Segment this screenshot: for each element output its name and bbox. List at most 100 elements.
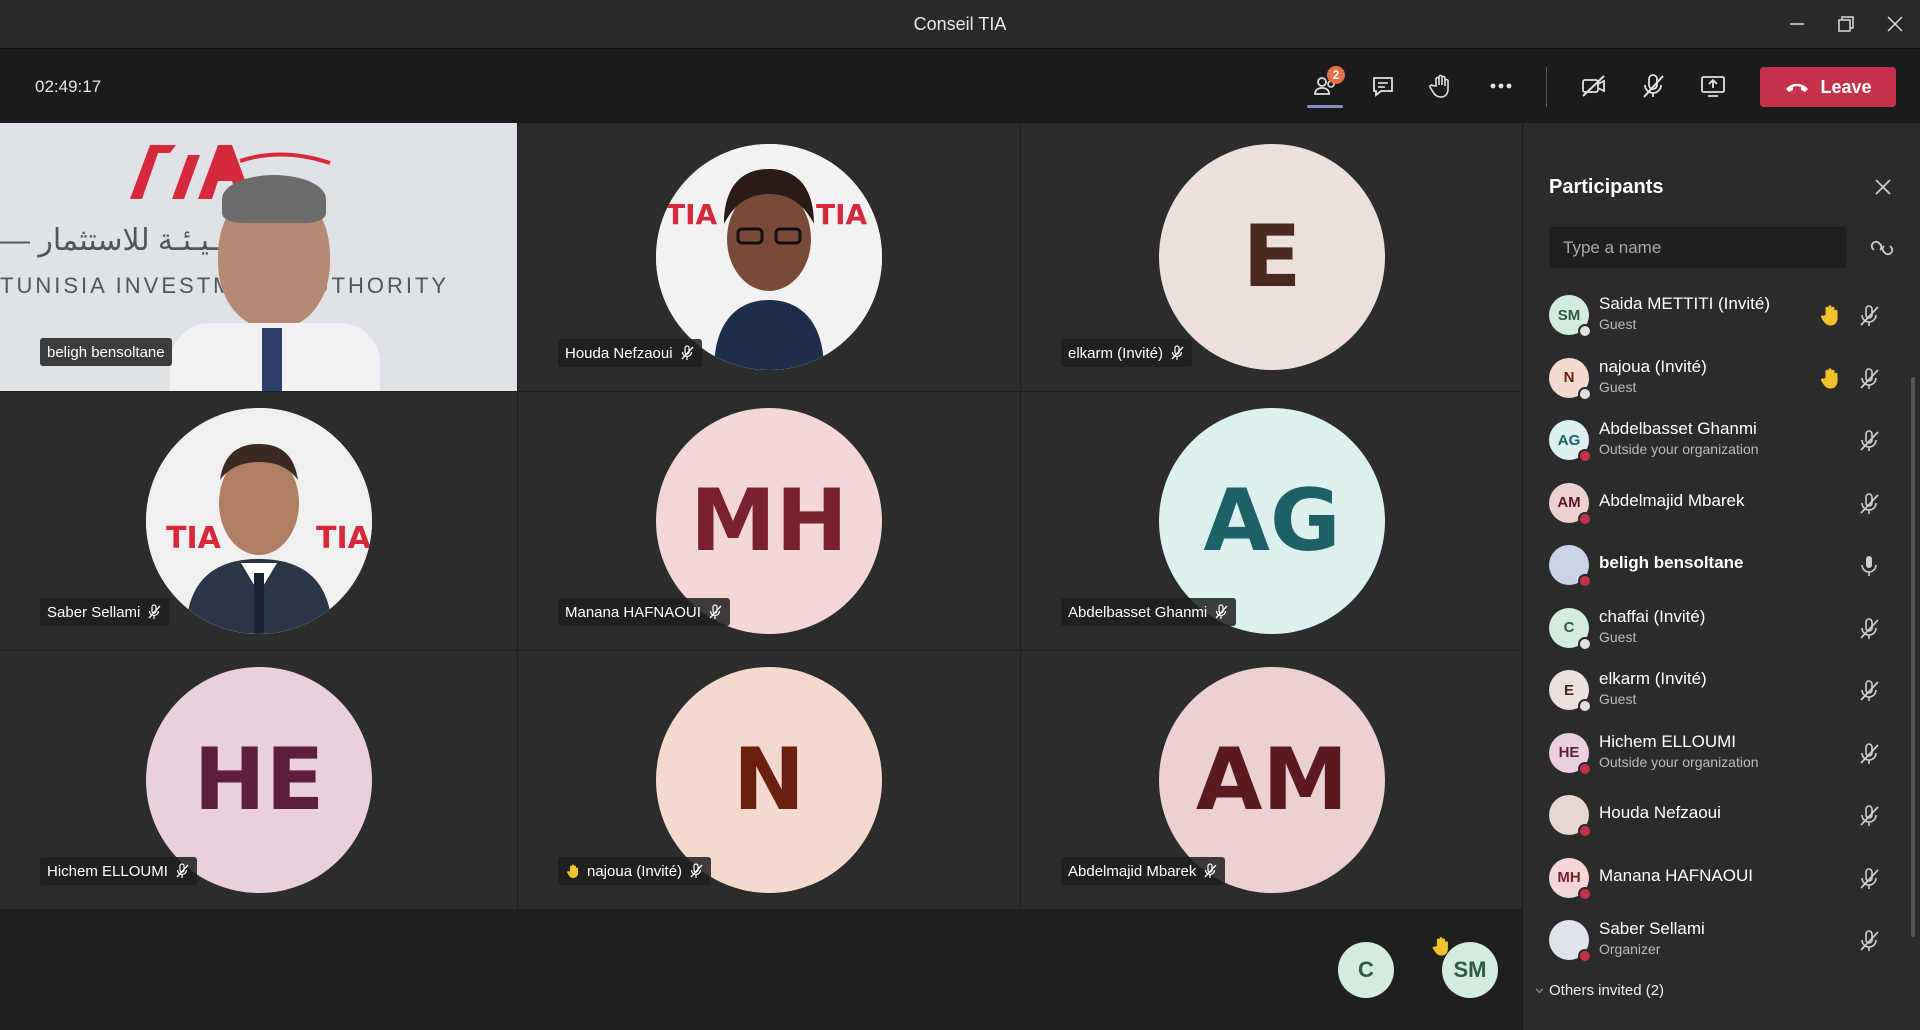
participant-tile[interactable]: TIA TIA Houda Nefzaoui <box>518 123 1020 391</box>
more-icon <box>1490 83 1512 89</box>
svg-text:TIA: TIA <box>166 521 222 556</box>
video-grid: — ـه ــيـئـة للاستثمار TUNISIA INVESTMEN… <box>0 123 1522 1030</box>
mic-off-icon[interactable] <box>1856 366 1882 392</box>
participant-row[interactable]: beligh bensoltane <box>1523 535 1913 597</box>
participant-avatar: C <box>1549 607 1592 651</box>
avatar-initials: HE <box>1558 744 1580 761</box>
title-bar: Conseil TIA <box>0 0 1920 49</box>
participant-nametag: elkarm (Invité) <box>1061 339 1193 367</box>
raised-hand-icon <box>1818 366 1842 390</box>
presence-status-icon <box>1578 824 1592 838</box>
avatar-initials: MH <box>1557 869 1581 886</box>
hand-icon <box>1429 74 1449 98</box>
share-content-button[interactable] <box>1687 62 1739 110</box>
close-window-icon[interactable] <box>1868 0 1920 48</box>
participant-name: Saber Sellami <box>1599 919 1705 938</box>
others-invited-toggle[interactable]: Others invited (2) <box>1535 982 1664 999</box>
svg-text:TIA: TIA <box>316 521 372 556</box>
chat-icon <box>1373 77 1393 97</box>
participant-tile[interactable]: N najoua (Invité) <box>518 651 1020 909</box>
share-invite-link-icon[interactable] <box>1869 235 1895 261</box>
participant-row[interactable]: Saber Sellami Organizer <box>1523 910 1913 972</box>
panel-scrollbar[interactable] <box>1911 377 1915 937</box>
participant-tile[interactable]: MH Manana HAFNAOUI <box>518 392 1020 650</box>
svg-text:TIA: TIA <box>816 198 868 231</box>
speaker-hair <box>222 175 326 223</box>
avatar-initials: AG <box>1557 431 1581 449</box>
participant-tile[interactable]: TIA TIA Saber Sellami <box>0 392 517 650</box>
mic-off-icon <box>1215 604 1228 619</box>
participant-tile[interactable]: E elkarm (Invité) <box>1021 123 1522 391</box>
chat-button[interactable] <box>1357 62 1409 110</box>
participant-row[interactable]: Nnajoua (Invité) Guest <box>1523 348 1913 410</box>
participant-row[interactable]: Eelkarm (Invité) Guest <box>1523 660 1913 722</box>
mic-off-icon[interactable] <box>1856 928 1882 954</box>
mic-icon[interactable] <box>1856 553 1882 579</box>
participant-tile[interactable]: — ـه ــيـئـة للاستثمار TUNISIA INVESTMEN… <box>0 123 517 391</box>
participant-avatar <box>1549 920 1592 963</box>
participant-name: beligh bensoltane <box>1599 553 1744 572</box>
participant-nametag: Manana HAFNAOUI <box>558 598 730 626</box>
mic-off-icon[interactable] <box>1856 303 1882 329</box>
mic-off-icon[interactable] <box>1856 616 1882 642</box>
more-actions-button[interactable] <box>1475 62 1527 110</box>
mic-toggle-button[interactable] <box>1627 62 1679 110</box>
participant-row[interactable]: HE Hichem ELLOUMI Outside your organizatio… <box>1523 723 1913 785</box>
participant-name: Abdelbasset Ghanmi <box>1599 419 1757 438</box>
mic-off-icon <box>690 863 703 878</box>
mic-off-icon[interactable] <box>1856 678 1882 704</box>
participant-tile[interactable]: AG Abdelbasset Ghanmi <box>1021 392 1522 650</box>
participant-tile[interactable]: AM Abdelmajid Mbarek <box>1021 651 1522 909</box>
mic-off-icon <box>1643 74 1664 98</box>
leave-button[interactable]: Leave <box>1760 67 1896 107</box>
minimize-icon[interactable] <box>1770 0 1824 48</box>
participant-search-input[interactable] <box>1549 227 1847 268</box>
participant-avatar <box>1549 795 1592 838</box>
participant-row[interactable]: AG Abdelbasset Ghanmi Outside your organiz… <box>1523 410 1913 472</box>
mic-off-icon[interactable] <box>1856 803 1882 829</box>
camera-off-icon <box>1582 75 1605 97</box>
participant-nametag: beligh bensoltane <box>40 338 172 366</box>
overflow-participant-avatar[interactable]: C <box>1338 942 1394 998</box>
toolbar-divider <box>1546 67 1547 107</box>
show-participants-button[interactable]: 2 <box>1299 62 1351 110</box>
presence-status-icon <box>1578 574 1592 588</box>
participant-row[interactable]: Houda Nefzaoui <box>1523 785 1913 847</box>
mic-off-icon <box>709 604 722 619</box>
window-title: Conseil TIA <box>913 14 1007 34</box>
participant-row[interactable]: AM Abdelmajid Mbarek <box>1523 473 1913 535</box>
mic-off-icon[interactable] <box>1856 491 1882 517</box>
participant-name: Hichem ELLOUMI <box>1599 731 1736 751</box>
participant-nametag: Houda Nefzaoui <box>558 339 702 367</box>
presence-status-icon <box>1578 636 1592 651</box>
chevron-down-icon <box>1535 988 1544 994</box>
participant-avatar: MH <box>1549 857 1592 901</box>
participant-name: Manana HAFNAOUI <box>1599 865 1753 885</box>
participant-photo: TIA TIA <box>656 144 882 370</box>
mic-off-icon[interactable] <box>1856 741 1882 767</box>
mic-off-icon <box>148 604 161 619</box>
participant-row[interactable]: Cchaffai (Invité) Guest <box>1523 598 1913 660</box>
participant-avatar <box>1549 545 1592 588</box>
mic-off-icon[interactable] <box>1856 866 1882 892</box>
participant-tile[interactable]: HE Hichem ELLOUMI <box>0 651 517 909</box>
participant-photo: TIA TIA <box>146 408 372 634</box>
participant-row[interactable]: MH Manana HAFNAOUI <box>1523 848 1913 910</box>
mic-off-icon[interactable] <box>1856 428 1882 454</box>
close-icon[interactable] <box>1871 175 1895 199</box>
raise-hand-button[interactable] <box>1415 62 1467 110</box>
restore-icon[interactable] <box>1819 0 1873 48</box>
participant-name: Houda Nefzaoui <box>565 344 673 362</box>
avatar-initials: SM <box>1453 957 1487 982</box>
participant-name: najoua (Invité) <box>587 862 683 880</box>
avatar-initials: N <box>733 730 805 830</box>
avatar-initials: AM <box>1557 494 1581 511</box>
participants-panel: Participants SM Saida METTITI (Invité) Gue… <box>1522 123 1920 1030</box>
participant-avatar: SM <box>1549 295 1592 338</box>
participant-row[interactable]: SM Saida METTITI (Invité) Guest <box>1523 285 1913 347</box>
camera-toggle-button[interactable] <box>1568 62 1620 110</box>
participant-avatar: AG <box>1549 420 1592 463</box>
leave-label: Leave <box>1820 76 1872 97</box>
mic-off-icon <box>1171 345 1184 360</box>
presence-status-icon <box>1578 886 1592 901</box>
